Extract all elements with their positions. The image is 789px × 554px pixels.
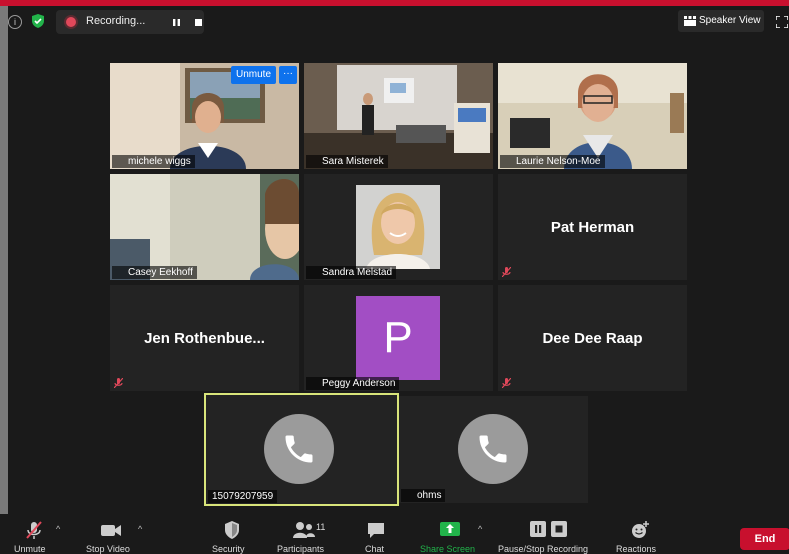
participant-tile-2[interactable]: Sara Misterek bbox=[304, 63, 493, 169]
muted-mic-icon bbox=[114, 378, 123, 388]
avatar: P bbox=[356, 296, 440, 380]
participant-name-label: michele wiggs bbox=[112, 155, 195, 168]
stop-recording-icon[interactable] bbox=[192, 16, 205, 29]
phone-icon bbox=[479, 435, 507, 463]
phone-avatar bbox=[458, 414, 528, 484]
participant-tile-7[interactable]: Jen Rothenbue... bbox=[110, 285, 299, 391]
participants-button[interactable] bbox=[292, 520, 316, 545]
participant-display-name: Jen Rothenbue... bbox=[144, 330, 265, 347]
security-button[interactable] bbox=[223, 520, 241, 545]
pause-recording-icon[interactable] bbox=[170, 16, 183, 29]
speaker-view-icon bbox=[684, 16, 696, 26]
participant-video bbox=[110, 174, 299, 280]
video-camera-icon bbox=[101, 525, 121, 536]
profile-photo bbox=[356, 185, 440, 269]
participant-name-label: Sandra Melstad bbox=[306, 266, 397, 279]
participant-tile-8[interactable]: P Peggy Anderson bbox=[304, 285, 493, 391]
participant-name: 15079207959 bbox=[212, 491, 274, 502]
share-screen-button[interactable] bbox=[440, 520, 460, 543]
participant-tile-3[interactable]: Laurie Nelson-Moe bbox=[498, 63, 687, 169]
participant-name: Sandra Melstad bbox=[322, 267, 393, 278]
participant-tile-11[interactable]: ohms bbox=[399, 396, 588, 503]
participant-name-label: Peggy Anderson bbox=[306, 377, 400, 390]
chat-button[interactable] bbox=[366, 520, 386, 545]
unmute-button[interactable] bbox=[24, 520, 44, 545]
window-left-edge bbox=[0, 6, 8, 550]
participant-name-label: Laurie Nelson-Moe bbox=[500, 155, 605, 168]
participant-name-label: Sara Misterek bbox=[306, 155, 388, 168]
speaker-view-button[interactable]: Speaker View bbox=[678, 10, 764, 32]
participant-tile-10-active-speaker[interactable]: 15079207959 bbox=[204, 393, 399, 506]
participant-name: Laurie Nelson-Moe bbox=[516, 156, 601, 167]
participant-display-name: Pat Herman bbox=[550, 219, 635, 236]
share-screen-label: Share Screen bbox=[420, 544, 476, 554]
participant-name-label: 15079207959 bbox=[208, 490, 278, 503]
meeting-top-bar: i Recording... Speaker View bbox=[8, 6, 789, 38]
participant-tile-4[interactable]: Casey Eekhoff bbox=[110, 174, 299, 280]
pause-stop-recording-label: Pause/Stop Recording bbox=[498, 544, 589, 554]
reactions-label: Reactions bbox=[616, 544, 657, 554]
participant-tile-1[interactable]: Unmute ··· michele wiggs bbox=[110, 63, 299, 169]
participant-name: Peggy Anderson bbox=[322, 378, 396, 389]
info-icon[interactable]: i bbox=[8, 15, 22, 29]
muted-mic-icon bbox=[502, 378, 511, 388]
recording-indicator: Recording... bbox=[56, 10, 204, 34]
muted-mic-icon bbox=[502, 267, 511, 277]
participants-label: Participants bbox=[277, 544, 325, 554]
audio-options-caret-icon[interactable]: ^ bbox=[56, 524, 60, 534]
participants-count: 11 bbox=[316, 522, 326, 532]
participant-tile-9[interactable]: Dee Dee Raap bbox=[498, 285, 687, 391]
phone-avatar bbox=[264, 414, 334, 484]
participants-icon bbox=[293, 522, 315, 538]
muted-microphone-icon bbox=[26, 521, 42, 539]
speaker-view-label: Speaker View bbox=[699, 15, 761, 26]
participant-video bbox=[304, 63, 493, 169]
participant-display-name: Dee Dee Raap bbox=[542, 330, 643, 347]
video-options-caret-icon[interactable]: ^ bbox=[138, 524, 142, 534]
participant-name-label: Casey Eekhoff bbox=[112, 266, 197, 279]
participant-name: Sara Misterek bbox=[322, 156, 384, 167]
fullscreen-icon[interactable] bbox=[776, 16, 788, 28]
chat-label: Chat bbox=[365, 544, 385, 554]
participant-name-label: ohms bbox=[401, 489, 446, 502]
reactions-button[interactable] bbox=[630, 520, 650, 545]
end-meeting-button[interactable]: End bbox=[740, 528, 789, 550]
participant-tile-6[interactable]: Pat Herman bbox=[498, 174, 687, 280]
participant-name: ohms bbox=[417, 490, 442, 501]
pause-stop-recording-button[interactable] bbox=[529, 520, 569, 543]
participant-name: michele wiggs bbox=[128, 156, 191, 167]
share-screen-icon bbox=[440, 522, 460, 536]
meeting-toolbar: Unmute ^ Stop Video ^ Security 11 Partic… bbox=[0, 514, 789, 554]
participant-video bbox=[498, 63, 687, 169]
participant-name: Casey Eekhoff bbox=[128, 267, 193, 278]
reactions-smiley-icon bbox=[632, 521, 649, 538]
stop-video-button[interactable] bbox=[100, 520, 122, 545]
recording-label: Recording... bbox=[86, 15, 146, 27]
chat-bubble-icon bbox=[368, 523, 384, 538]
recording-dot-icon bbox=[66, 17, 76, 27]
tile-more-options-button[interactable]: ··· bbox=[279, 66, 297, 84]
unmute-label: Unmute bbox=[14, 544, 46, 554]
pause-stop-recording-icon bbox=[530, 521, 567, 537]
security-shield-icon bbox=[225, 521, 239, 539]
stop-video-label: Stop Video bbox=[86, 544, 130, 554]
encryption-shield-icon[interactable] bbox=[30, 13, 46, 29]
participant-tile-5[interactable]: Sandra Melstad bbox=[304, 174, 493, 280]
share-options-caret-icon[interactable]: ^ bbox=[478, 524, 482, 534]
phone-icon bbox=[285, 435, 313, 463]
security-label: Security bbox=[212, 544, 245, 554]
tile-unmute-button[interactable]: Unmute bbox=[231, 66, 277, 84]
